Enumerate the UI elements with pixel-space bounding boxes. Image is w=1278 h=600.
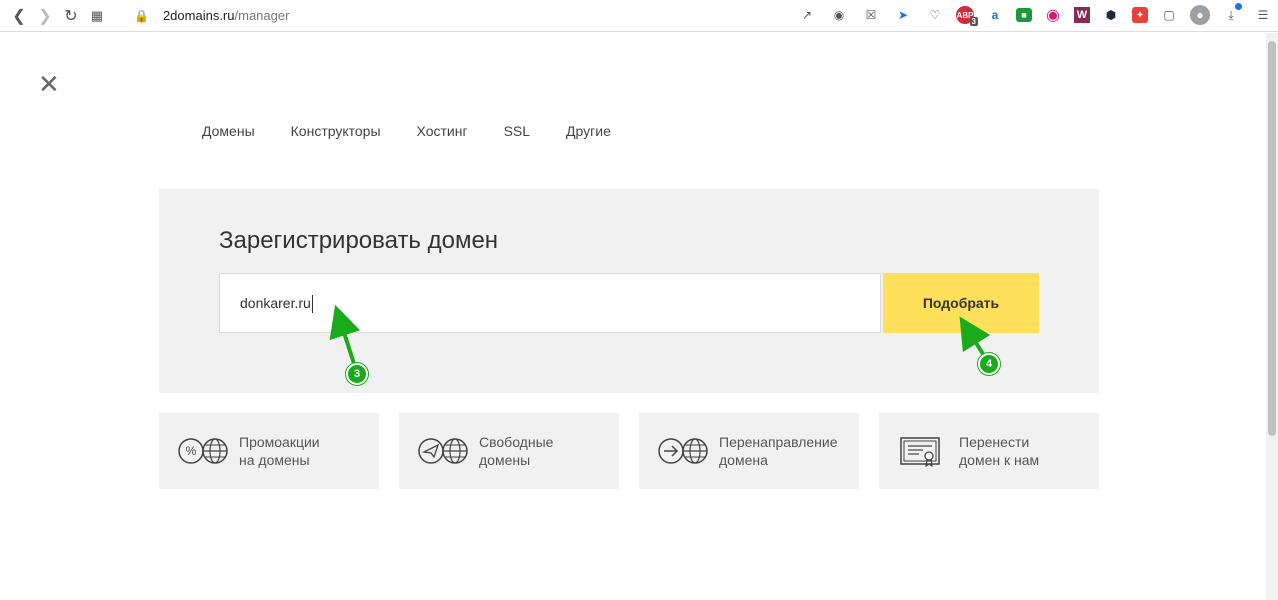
eye-icon[interactable]: ◉	[1042, 4, 1064, 26]
camera-icon[interactable]: ◉	[828, 4, 850, 26]
close-icon[interactable]: ✕	[38, 71, 60, 97]
tab-other[interactable]: Другие	[566, 123, 611, 139]
page-scrollbar[interactable]	[1266, 33, 1278, 600]
category-tabs: Домены Конструкторы Хостинг SSL Другие	[202, 123, 647, 139]
certificate-icon	[900, 437, 940, 467]
send-icon[interactable]: ➤	[892, 4, 914, 26]
reload-icon[interactable]: ↻	[58, 3, 84, 29]
forward-icon[interactable]: ❯	[32, 3, 58, 29]
tabs-grid-icon[interactable]: ▦	[84, 3, 110, 29]
tab-domains[interactable]: Домены	[202, 123, 255, 139]
card-transfer-domain[interactable]: Перенести домен к нам	[879, 413, 1099, 489]
text-caret	[311, 295, 313, 314]
share-icon[interactable]: ↗	[796, 4, 818, 26]
profile-avatar-icon[interactable]: ●	[1190, 5, 1210, 25]
scrollbar-thumb[interactable]	[1268, 41, 1276, 436]
translate-icon[interactable]: a	[984, 4, 1006, 26]
pick-domain-button[interactable]: Подобрать	[883, 273, 1039, 333]
card-free-domains[interactable]: Свободные домены	[399, 413, 619, 489]
cube-icon[interactable]: ▢	[1158, 4, 1180, 26]
adblock-count: 3	[969, 17, 978, 26]
card-text: Перенести домен к нам	[959, 434, 1040, 468]
menu-icon[interactable]: ☰	[1252, 4, 1274, 26]
lock-icon: 🔒	[134, 8, 149, 23]
heart-icon[interactable]: ♡	[924, 4, 946, 26]
address-bar[interactable]: 🔒 2domains.ru/manager	[134, 8, 289, 23]
card-text: Свободные домены	[479, 434, 554, 468]
domain-search-input[interactable]: donkarer.ru	[219, 273, 881, 333]
percent-globe-icon: %	[178, 438, 228, 464]
card-text: Перенаправление домена	[719, 434, 838, 468]
hexagon-icon[interactable]: ⬢	[1100, 4, 1122, 26]
robot-icon[interactable]: ■	[1016, 8, 1032, 22]
back-icon[interactable]: ❮	[6, 3, 32, 29]
extensions-bar: ↗ ◉ ☒ ➤ ♡ ABP 3 a ■ ◉ W ⬢ ✦ ▢ ● ⤓ ☰	[796, 3, 1274, 26]
url-host: 2domains.ru	[162, 8, 235, 23]
panel-title: Зарегистрировать домен	[219, 227, 499, 254]
puzzle-red-icon[interactable]: ✦	[1132, 7, 1148, 23]
send-globe-icon	[418, 438, 468, 464]
redirect-globe-icon	[658, 438, 708, 464]
card-promo-domains[interactable]: % Промоакции на домены	[159, 413, 379, 489]
register-domain-panel: Зарегистрировать домен donkarer.ru Подоб…	[159, 189, 1099, 393]
w-extension-icon[interactable]: W	[1074, 7, 1090, 23]
download-icon[interactable]: ⤓	[1220, 3, 1242, 26]
tab-ssl[interactable]: SSL	[504, 123, 530, 139]
tab-builders[interactable]: Конструкторы	[291, 123, 381, 139]
annotation-marker-3: 3	[346, 363, 368, 385]
card-text: Промоакции на домены	[239, 434, 320, 468]
svg-text:%: %	[186, 444, 197, 458]
card-redirect-domain[interactable]: Перенаправление домена	[639, 413, 859, 489]
annotation-marker-4: 4	[978, 353, 1000, 375]
domain-input-value: donkarer.ru	[240, 295, 311, 311]
tab-hosting[interactable]: Хостинг	[417, 123, 468, 139]
shield-x-icon[interactable]: ☒	[860, 4, 882, 26]
feature-cards: % Промоакциина домены Свободныедомены	[159, 413, 1099, 489]
browser-toolbar: ❮ ❯ ↻ ▦ 🔒 2domains.ru/manager ↗ ◉ ☒ ➤ ♡ …	[0, 0, 1278, 32]
adblock-icon[interactable]: ABP 3	[956, 6, 978, 26]
url-path: /manager	[234, 8, 290, 23]
